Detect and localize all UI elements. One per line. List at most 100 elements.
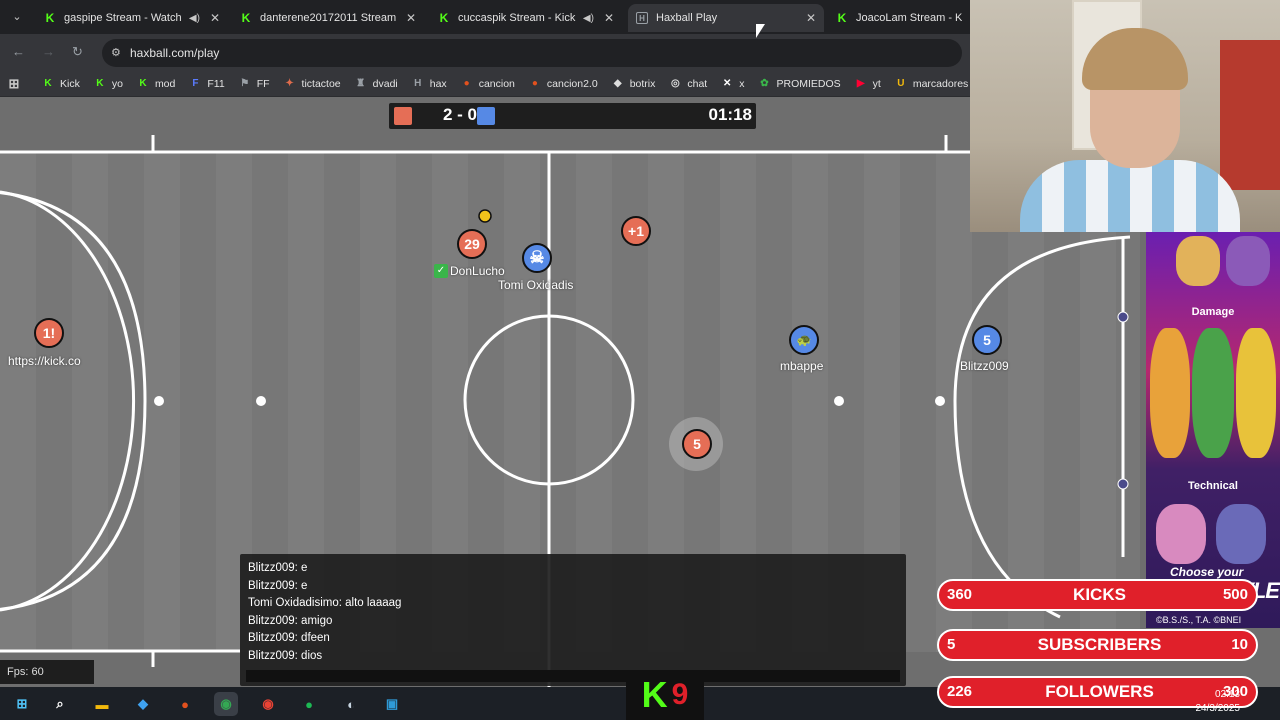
tab-0[interactable]: K gaspipe Stream - Watch Live ◀) ✕ [36,4,228,32]
bookmark-label: x [739,77,745,90]
close-tab-icon[interactable]: ✕ [806,11,816,25]
tab-4[interactable]: K JoacoLam Stream - Kick D [828,4,970,32]
bookmark-tictactoe[interactable]: ✦ tictactoe [284,78,340,90]
kick-icon: K [641,674,668,715]
player-disc: 1! [34,318,64,348]
bookmark-yo[interactable]: Kyo [94,78,123,90]
tictactoe-icon: ✦ [285,78,294,89]
app-icon[interactable]: ▣ [380,692,404,716]
spotify-icon[interactable]: ● [297,692,321,716]
bookmark-label: cancion [478,77,515,90]
screen: ⌄ K gaspipe Stream - Watch Live ◀) ✕ K d… [0,0,1280,720]
file-explorer-icon[interactable]: ▬ [90,692,114,716]
bookmark-dvadi[interactable]: ♜ dvadi [355,78,398,90]
kick-icon: K [139,78,147,89]
tab-search-button[interactable]: ⌄ [6,8,28,26]
ff-icon: ⚑ [240,78,250,89]
tab-2[interactable]: K cuccaspik Stream - Kick Da ◀) ✕ [430,4,622,32]
bookmark-kick[interactable]: K Kick [42,78,79,90]
tab-title: JoacoLam Stream - Kick D [856,12,962,24]
forward-icon[interactable]: → [42,44,55,59]
close-tab-icon[interactable]: ✕ [210,11,220,25]
bookmark-label: botrix [629,77,656,90]
counter-current: 226 [947,683,973,700]
site-info-icon[interactable]: ⚙ [111,39,121,67]
counter-name: KICKS [1073,585,1126,604]
back-icon[interactable]: ← [12,44,25,59]
counter-current: 360 [947,586,973,603]
streamer-shirt [1020,160,1240,232]
speaker-icon[interactable]: ◀) [189,13,200,24]
chat-input[interactable] [246,670,900,682]
bookmark-label: dvadi [372,77,398,90]
steam-icon[interactable]: ◐ [339,692,363,716]
bookmark-cancion[interactable]: ● cancion [461,78,515,90]
windows-start-icon[interactable]: ⊞ [10,692,34,716]
system-clock[interactable]: 02:13 24/3/2025 [1190,688,1241,716]
bookmark-ff[interactable]: ⚑ FF [239,77,270,90]
bookmark-label: chat [687,77,708,90]
apps-icon[interactable]: ⊞ [8,76,26,91]
speaker-icon[interactable]: ◀) [583,13,594,24]
botrix-icon: ◆ [613,78,622,89]
haxball-icon: H [636,12,648,24]
scoreboard: 2 - 0 01:18 [389,103,756,129]
search-icon[interactable]: ⌕ [48,692,72,716]
chat-message: Blitzz009: e [248,579,308,592]
character-art [1216,504,1266,564]
promiedos-icon: ✿ [760,78,769,89]
player-disc: 🐢 [789,325,819,355]
tab-1[interactable]: K danterene20172011 Stream - K ✕ [232,4,424,32]
checkbox-icon: ✓ [434,264,448,278]
player-disc: 5 [682,429,712,459]
counter-current: 5 [947,636,956,653]
character-art [1176,236,1220,286]
bookmark-marcadores[interactable]: Umarcadores [895,78,968,90]
bookmark-label: PROMIEDOS [776,77,841,90]
bookmark-cancion2-0[interactable]: ● cancion2.0 [529,78,598,90]
chat-message: Blitzz009: amigo [248,614,333,627]
player-disc: ☠ [522,243,552,273]
bookmark-chat[interactable]: ◎ chat [669,78,707,90]
webcam-overlay [970,0,1280,232]
url-field[interactable]: ⚙ haxball.com/play [102,39,962,67]
chrome-icon[interactable]: ◉ [256,692,280,716]
bookmark-botrix[interactable]: ◆ botrix [612,78,656,90]
bookmark-label: yo [111,77,123,90]
close-tab-icon[interactable]: ✕ [406,11,416,25]
bookmark-label: F11 [207,77,225,90]
kick-logo-overlay: K 9 [626,670,704,720]
marcadores-icon: U [897,78,905,89]
bookmark-x[interactable]: ✕ x [721,78,744,90]
reload-icon[interactable]: ↻ [72,44,83,60]
player-disc: +1 [621,216,651,246]
bookmark-promiedos[interactable]: ✿ PROMIEDOS [758,78,840,90]
tab-bar: ⌄ K gaspipe Stream - Watch Live ◀) ✕ K d… [0,0,970,34]
app-icon[interactable]: ● [173,692,197,716]
ad-copyright: ©B.S./S., T.A. ©BNEI [1156,615,1242,625]
tab-3[interactable]: H Haxball Play ✕ [628,4,824,32]
turtle-icon: 🐢 [796,333,812,347]
player-name: Tomi Oxidadis [498,278,574,292]
player-disc: 29 [457,229,487,259]
close-tab-icon[interactable]: ✕ [604,11,614,25]
bookmark-yt[interactable]: ▶ yt [855,78,881,90]
fps-counter: Fps: 60 [0,660,94,684]
f11-icon: F [192,78,199,89]
bookmark-label: FF [256,77,270,90]
bookmark-label: cancion2.0 [546,77,598,90]
game-ad[interactable]: Damage Technical Choose your PLAYSTYLE ©… [1146,232,1280,628]
app-icon[interactable]: ◆ [131,692,155,716]
bookmark-mod[interactable]: Kmod [137,78,175,90]
bookmark-hax[interactable]: Hhax [412,78,447,90]
blue-team-indicator [477,107,495,125]
kicks-counter: KICKS 360 500 [937,579,1258,611]
bookmark-label: marcadores [912,77,969,90]
bookmarks-bar: ⊞ K Kick Kyo Kmod F F11 ⚑ FF ✦ tictactoe ♜ dvadi Hha… [0,71,970,97]
chrome-icon[interactable]: ◉ [214,692,238,716]
bookmark-f11[interactable]: F F11 [189,78,224,90]
subscribers-counter: SUBSCRIBERS 5 10 [937,629,1258,661]
counter-name: SUBSCRIBERS [1037,635,1162,654]
character-art [1192,328,1234,458]
chat-message: Blitzz009: dios [248,649,323,662]
